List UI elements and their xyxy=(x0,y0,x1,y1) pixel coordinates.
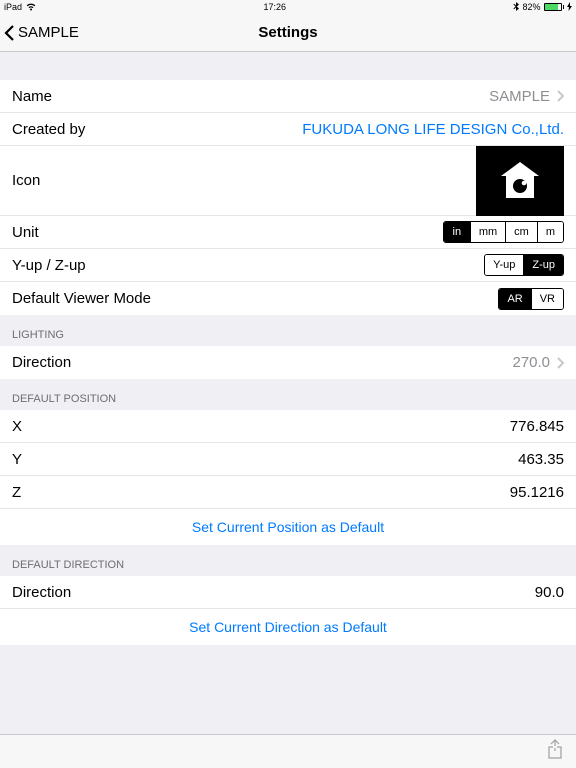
general-section: Name SAMPLE Created by FUKUDA LONG LIFE … xyxy=(0,80,576,315)
x-label: X xyxy=(12,418,22,435)
position-z-row: Z 95.1216 xyxy=(0,476,576,509)
bluetooth-icon xyxy=(513,2,519,13)
lighting-direction-label: Direction xyxy=(12,354,71,371)
share-icon[interactable] xyxy=(546,738,564,765)
yup-row: Y-up / Z-up Y-up Z-up xyxy=(0,249,576,282)
lighting-header: LIGHTING xyxy=(0,315,576,346)
unit-m-button[interactable]: m xyxy=(537,222,563,242)
created-by-value: FUKUDA LONG LIFE DESIGN Co.,Ltd. xyxy=(302,121,564,138)
charging-icon xyxy=(567,2,572,13)
chevron-right-icon xyxy=(556,90,564,102)
viewer-segmented: AR VR xyxy=(498,288,564,310)
device-label: iPad xyxy=(4,2,22,12)
wifi-icon xyxy=(26,3,36,11)
name-value: SAMPLE xyxy=(489,88,550,105)
position-y-row: Y 463.35 xyxy=(0,443,576,476)
nav-bar: SAMPLE Settings xyxy=(0,14,576,52)
ar-button[interactable]: AR xyxy=(499,289,530,309)
unit-label: Unit xyxy=(12,224,39,241)
icon-label: Icon xyxy=(12,172,40,189)
viewer-row: Default Viewer Mode AR VR xyxy=(0,282,576,315)
lighting-section: Direction 270.0 xyxy=(0,346,576,379)
app-icon xyxy=(476,146,564,216)
y-value: 463.35 xyxy=(518,451,564,468)
yup-segmented: Y-up Z-up xyxy=(484,254,564,276)
clock: 17:26 xyxy=(263,2,286,12)
y-label: Y xyxy=(12,451,22,468)
vr-button[interactable]: VR xyxy=(531,289,563,309)
chevron-right-icon xyxy=(556,357,564,369)
set-direction-default-button[interactable]: Set Current Direction as Default xyxy=(0,609,576,645)
created-by-row[interactable]: Created by FUKUDA LONG LIFE DESIGN Co.,L… xyxy=(0,113,576,146)
unit-segmented: in mm cm m xyxy=(443,221,564,243)
direction-header: DEFAULT DIRECTION xyxy=(0,545,576,576)
zup-button[interactable]: Z-up xyxy=(523,255,563,275)
set-position-default-button[interactable]: Set Current Position as Default xyxy=(0,509,576,545)
unit-cm-button[interactable]: cm xyxy=(505,222,537,242)
unit-in-button[interactable]: in xyxy=(444,222,470,242)
unit-mm-button[interactable]: mm xyxy=(470,222,505,242)
lighting-direction-row[interactable]: Direction 270.0 xyxy=(0,346,576,379)
position-x-row: X 776.845 xyxy=(0,410,576,443)
position-section: X 776.845 Y 463.35 Z 95.1216 Set Current… xyxy=(0,410,576,545)
back-label: SAMPLE xyxy=(18,24,79,41)
created-by-label: Created by xyxy=(12,121,85,138)
direction-value: 90.0 xyxy=(535,584,564,601)
back-button[interactable]: SAMPLE xyxy=(0,24,79,42)
viewer-label: Default Viewer Mode xyxy=(12,290,151,307)
direction-row: Direction 90.0 xyxy=(0,576,576,609)
lighting-direction-value: 270.0 xyxy=(512,354,550,371)
z-label: Z xyxy=(12,484,21,501)
yup-label: Y-up / Z-up xyxy=(12,257,86,274)
content[interactable]: Name SAMPLE Created by FUKUDA LONG LIFE … xyxy=(0,52,576,734)
yup-button[interactable]: Y-up xyxy=(485,255,523,275)
z-value: 95.1216 xyxy=(510,484,564,501)
position-header: DEFAULT POSITION xyxy=(0,379,576,410)
direction-label: Direction xyxy=(12,584,71,601)
x-value: 776.845 xyxy=(510,418,564,435)
page-title: Settings xyxy=(0,24,576,41)
status-bar: iPad 17:26 82% xyxy=(0,0,576,14)
toolbar xyxy=(0,734,576,768)
battery-icon xyxy=(544,3,565,11)
unit-row: Unit in mm cm m xyxy=(0,216,576,249)
battery-percent: 82% xyxy=(522,2,540,12)
direction-section: Direction 90.0 Set Current Direction as … xyxy=(0,576,576,645)
name-label: Name xyxy=(12,88,52,105)
name-row[interactable]: Name SAMPLE xyxy=(0,80,576,113)
icon-row[interactable]: Icon xyxy=(0,146,576,216)
